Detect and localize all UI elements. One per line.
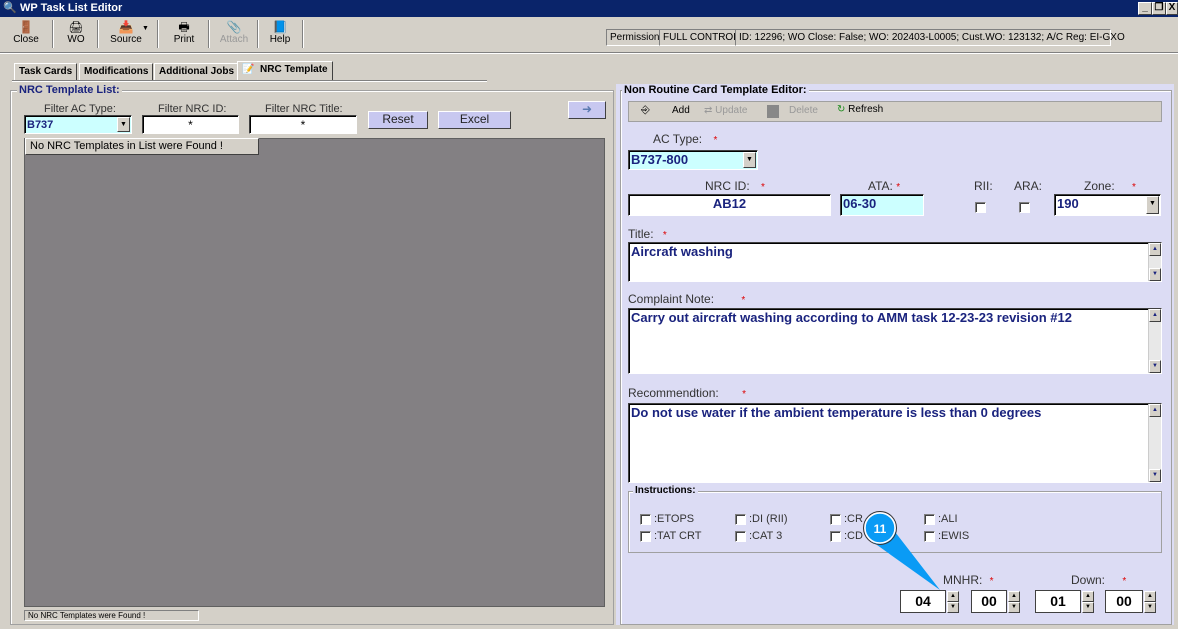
callout-annotation: 11 (863, 511, 940, 590)
callout-number: 11 (874, 522, 887, 536)
